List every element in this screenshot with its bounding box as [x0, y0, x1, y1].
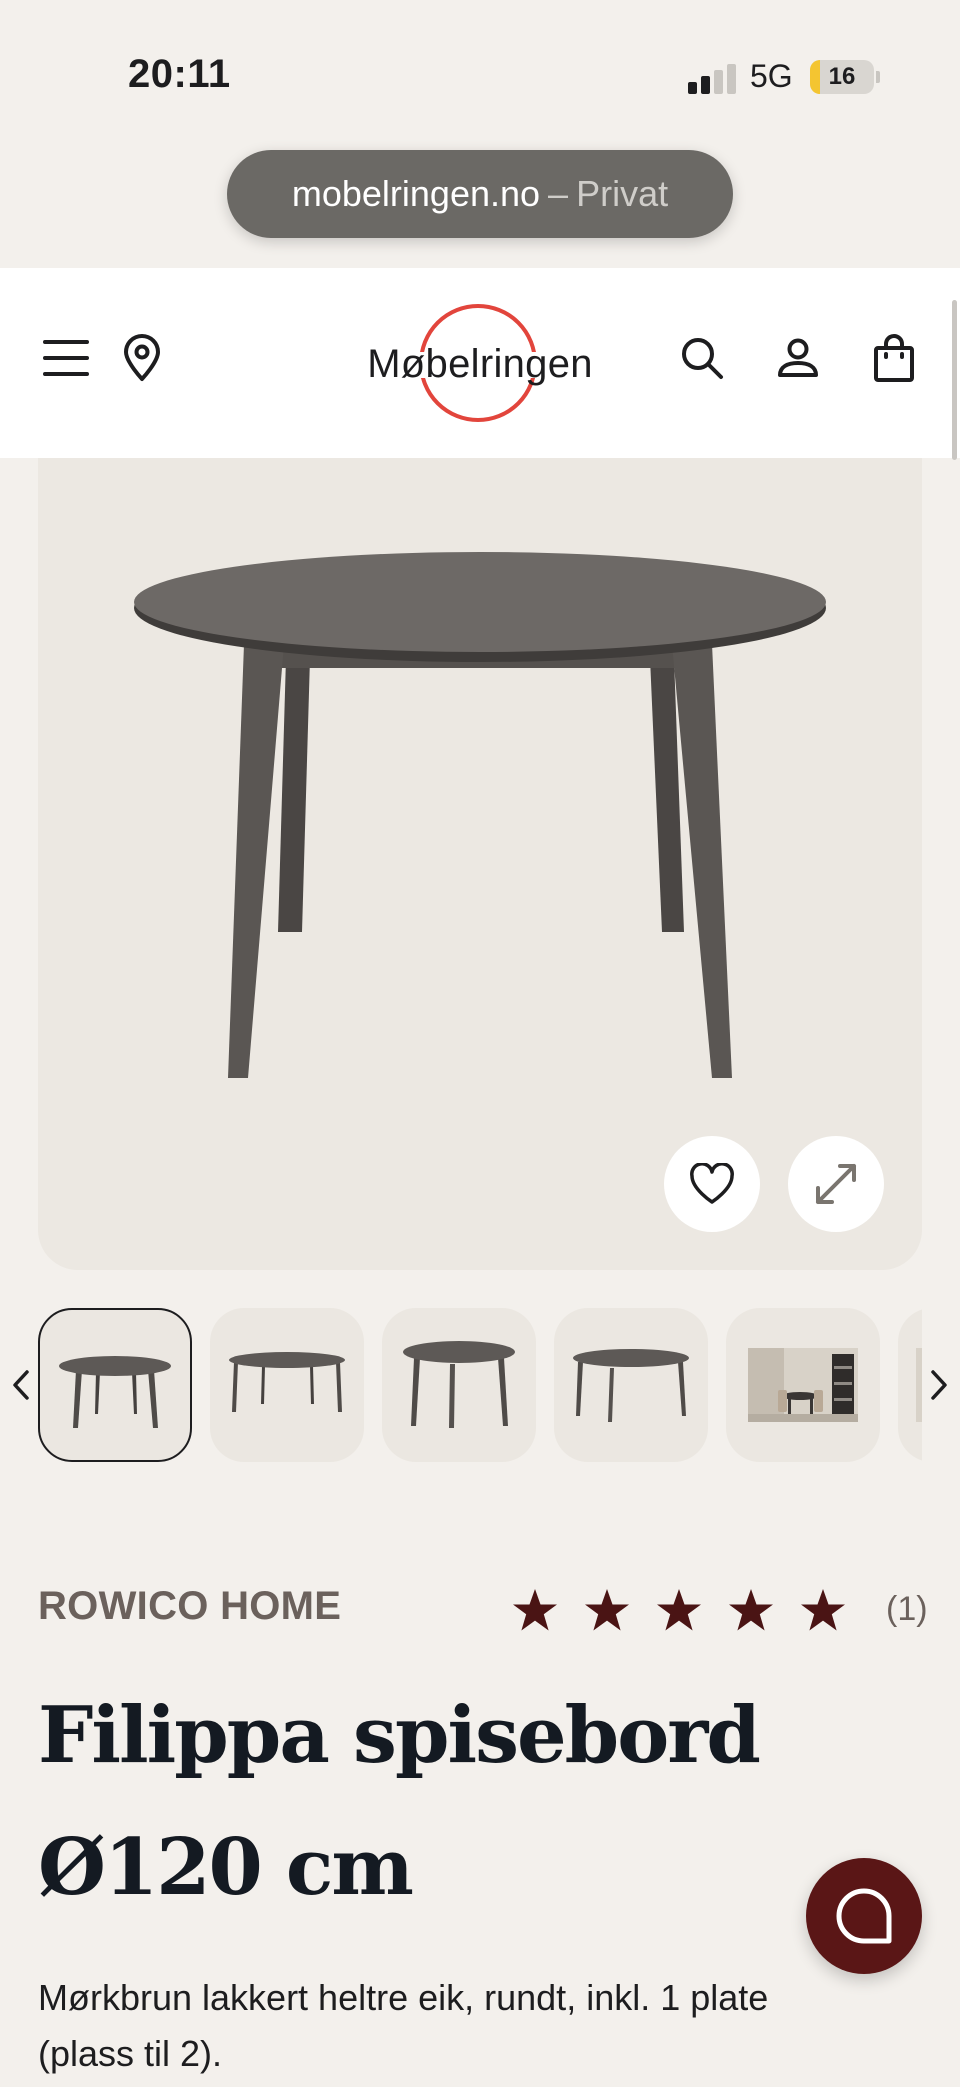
location-pin-icon[interactable]: [112, 328, 172, 388]
star-icon: [728, 1584, 800, 1636]
battery-percent: 16: [828, 63, 856, 90]
chevron-left-icon: [13, 1370, 29, 1400]
thumbnail-carousel: [38, 1308, 922, 1462]
thumbnail-table-angled: [403, 1341, 515, 1428]
battery-nub: [876, 71, 880, 83]
product-brand[interactable]: ROWICO HOME: [38, 1584, 341, 1629]
thumbnail-table-oval: [573, 1349, 689, 1422]
site-header: Møbelringen: [0, 268, 960, 458]
expand-image-button[interactable]: [788, 1136, 884, 1232]
address-bar[interactable]: mobelringen.no – Privat: [227, 150, 733, 238]
status-bar: 20:11 5G 16: [0, 0, 960, 150]
star-icon: [656, 1584, 728, 1636]
expand-icon: [816, 1164, 856, 1204]
signal-strength-icon: [688, 62, 736, 94]
chevron-right-icon: [931, 1370, 947, 1400]
heart-icon: [690, 1163, 734, 1204]
url-separator: –: [548, 173, 569, 214]
star-icon: [800, 1584, 872, 1636]
favorite-button[interactable]: [664, 1136, 760, 1232]
thumbnail-1[interactable]: [38, 1308, 192, 1462]
thumbnail-more: [916, 1348, 922, 1422]
shopping-bag-icon[interactable]: [864, 328, 924, 388]
review-count[interactable]: (1): [886, 1590, 928, 1629]
thumbnail-table-front: [59, 1356, 171, 1428]
star-icon: [584, 1584, 656, 1636]
thumbnail-3[interactable]: [382, 1308, 536, 1462]
chat-button[interactable]: [806, 1858, 922, 1974]
battery-icon: 16: [810, 60, 874, 94]
url-domain: mobelringen.no: [291, 173, 541, 214]
private-mode-label: Privat: [576, 173, 669, 214]
thumbnail-6[interactable]: [898, 1308, 922, 1462]
star-icon: [512, 1584, 584, 1636]
product-description: Mørkbrun lakkert heltre eik, rundt, inkl…: [38, 1977, 769, 2074]
thumbnail-2[interactable]: [210, 1308, 364, 1462]
thumbnail-room-scene: [748, 1348, 858, 1422]
thumbnail-5[interactable]: [726, 1308, 880, 1462]
thumbnails-prev-button[interactable]: [6, 1360, 36, 1410]
search-icon[interactable]: [672, 328, 732, 388]
thumbnail-table-extended: [229, 1352, 345, 1412]
logo-text: Møbelringen: [367, 342, 593, 386]
table-illustration: [134, 552, 826, 1078]
thumbnail-4[interactable]: [554, 1308, 708, 1462]
menu-icon[interactable]: [36, 328, 96, 388]
site-logo[interactable]: Møbelringen: [355, 304, 605, 422]
network-type: 5G: [750, 58, 793, 94]
product-image[interactable]: [38, 458, 922, 1270]
thumbnails-next-button[interactable]: [924, 1360, 954, 1410]
product-title: Filippa spisebord Ø120 cm: [38, 1690, 761, 1913]
account-icon[interactable]: [768, 328, 828, 388]
rating-stars[interactable]: [512, 1584, 872, 1636]
status-time: 20:11: [128, 52, 231, 96]
page-scrollbar[interactable]: [952, 300, 957, 460]
chat-bubble-icon: [836, 1888, 892, 1944]
